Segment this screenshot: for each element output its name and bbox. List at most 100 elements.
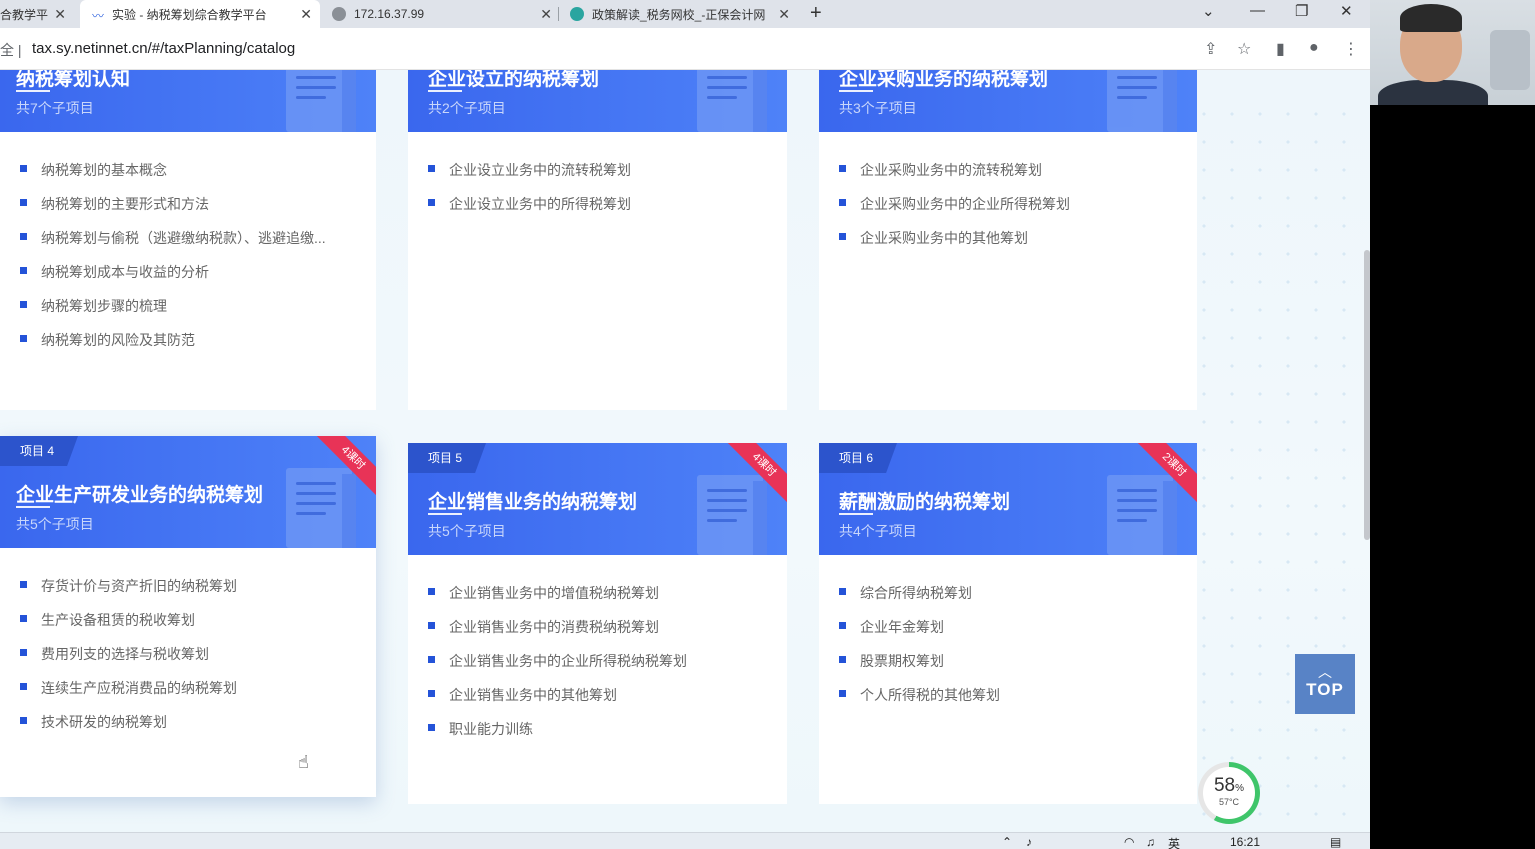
minimize-icon[interactable]: — <box>1250 2 1265 19</box>
title-underline <box>839 513 873 515</box>
back-to-top-button[interactable]: ︿ TOP <box>1295 654 1355 714</box>
list-item[interactable]: 纳税筹划的风险及其防范 <box>20 330 326 364</box>
browser-tab-bar: 合教学平 ✕ 〰 实验 - 纳税筹划综合教学平台 ✕ 172.16.37.99 … <box>0 0 1370 28</box>
restore-icon[interactable]: ❐ <box>1295 2 1308 20</box>
sub-item-list: 存货计价与资产折旧的纳税筹划 生产设备租赁的税收筹划 费用列支的选择与税收筹划 … <box>20 576 237 746</box>
close-icon[interactable]: ✕ <box>540 6 552 23</box>
list-item[interactable]: 纳税筹划的主要形式和方法 <box>20 194 326 228</box>
list-item[interactable]: 职业能力训练 <box>428 719 687 753</box>
card-subtitle: 共5个子项目 <box>428 523 506 539</box>
list-item[interactable]: 综合所得纳税筹划 <box>839 583 1000 617</box>
card-header: 企业采购业务的纳税筹划 共3个子项目 <box>819 70 1197 132</box>
notification-icon[interactable]: ▤ <box>1330 835 1341 849</box>
tab-4[interactable]: 政策解读_税务网校_-正保会计网 ✕ <box>558 0 798 28</box>
performance-gauge[interactable]: 58% 57°C <box>1198 762 1260 824</box>
list-item[interactable]: 连续生产应税消费品的纳税筹划 <box>20 678 237 712</box>
list-item[interactable]: 企业年金筹划 <box>839 617 1000 651</box>
gauge-percent-value: 58 <box>1213 775 1236 796</box>
list-item[interactable]: 技术研发的纳税筹划 <box>20 712 237 746</box>
tab-3[interactable]: 172.16.37.99 ✕ <box>320 0 560 28</box>
list-item[interactable]: 纳税筹划的基本概念 <box>20 160 326 194</box>
document-icon <box>697 475 767 555</box>
network-icon[interactable]: ◠ <box>1124 835 1134 849</box>
chevron-up-icon[interactable]: ⌃ <box>1002 835 1012 849</box>
url-input[interactable]: tax.sy.netinnet.cn/#/taxPlanning/catalog <box>32 40 295 57</box>
share-icon[interactable]: ⇪ <box>1204 39 1217 59</box>
card-subtitle: 共3个子项目 <box>839 100 917 116</box>
chevron-down-icon[interactable]: ⌄ <box>1202 2 1215 20</box>
list-item[interactable]: 企业采购业务中的流转税筹划 <box>839 160 1070 194</box>
app-logo-icon: 〰 <box>92 9 105 23</box>
list-item[interactable]: 生产设备租赁的税收筹划 <box>20 610 237 644</box>
list-item[interactable]: 纳税筹划成本与收益的分析 <box>20 262 326 296</box>
black-margin <box>1370 105 1535 849</box>
person-body <box>1378 80 1488 105</box>
card-title: 企业销售业务的纳税筹划 <box>428 492 638 513</box>
card-title: 企业采购业务的纳税筹划 <box>839 70 1049 90</box>
project-card-1[interactable]: 纳税筹划认知 共7个子项目 纳税筹划的基本概念 纳税筹划的主要形式和方法 纳税筹… <box>0 70 376 410</box>
document-icon <box>697 70 767 132</box>
globe-icon <box>332 7 346 21</box>
top-label: TOP <box>1306 680 1344 699</box>
card-title: 纳税筹划认知 <box>16 70 131 90</box>
project-card-5[interactable]: 项目 5 企业销售业务的纳税筹划 共5个子项目 4课时 企业销售业务中的增值税纳… <box>408 443 787 804</box>
card-title: 企业生产研发业务的纳税筹划 <box>16 485 264 506</box>
list-item[interactable]: 费用列支的选择与税收筹划 <box>20 644 237 678</box>
list-item[interactable]: 股票期权筹划 <box>839 651 1000 685</box>
project-tag: 项目 5 <box>408 443 486 473</box>
list-item[interactable]: 企业销售业务中的消费税纳税筹划 <box>428 617 687 651</box>
tab-title: 实验 - 纳税筹划综合教学平台 <box>112 7 267 22</box>
security-indicator[interactable]: 全 | <box>0 40 22 60</box>
tab-title: 172.16.37.99 <box>354 7 425 21</box>
catalog-page: 纳税筹划认知 共7个子项目 纳税筹划的基本概念 纳税筹划的主要形式和方法 纳税筹… <box>0 70 1370 832</box>
close-icon[interactable]: ✕ <box>300 6 312 23</box>
taskbar: ⌃ ♪ ◠ ♫ 英 16:21 ▤ <box>0 832 1370 849</box>
volume-icon[interactable]: ♫ <box>1146 835 1155 849</box>
title-underline <box>428 513 462 515</box>
document-icon <box>1107 70 1177 132</box>
microphone-icon[interactable]: ♪ <box>1026 835 1032 849</box>
list-item[interactable]: 企业销售业务中的其他筹划 <box>428 685 687 719</box>
list-item[interactable]: 纳税筹划与偷税（逃避缴纳税款）、逃避追缴... <box>20 228 326 262</box>
project-card-4[interactable]: 项目 4 企业生产研发业务的纳税筹划 共5个子项目 4课时 存货计价与资产折旧的… <box>0 436 376 797</box>
gauge-unit: % <box>1235 783 1245 794</box>
tab-1[interactable]: 合教学平 ✕ <box>0 0 74 28</box>
close-window-icon[interactable]: ✕ <box>1340 2 1353 20</box>
card-subtitle: 共4个子项目 <box>839 523 917 539</box>
list-item[interactable]: 企业销售业务中的企业所得税纳税筹划 <box>428 651 687 685</box>
gauge-temperature: 57°C <box>1218 797 1240 807</box>
address-bar: 全 | tax.sy.netinnet.cn/#/taxPlanning/cat… <box>0 28 1370 70</box>
list-item[interactable]: 存货计价与资产折旧的纳税筹划 <box>20 576 237 610</box>
clock[interactable]: 16:21 <box>1230 835 1260 849</box>
document-icon <box>286 468 356 548</box>
title-underline <box>839 90 873 92</box>
ime-indicator[interactable]: 英 <box>1168 835 1180 849</box>
list-item[interactable]: 企业设立业务中的所得税筹划 <box>428 194 631 228</box>
tab-2[interactable]: 〰 实验 - 纳税筹划综合教学平台 ✕ <box>80 0 320 28</box>
gauge-percent: 58% <box>1203 767 1255 797</box>
sub-item-list: 企业采购业务中的流转税筹划 企业采购业务中的企业所得税筹划 企业采购业务中的其他… <box>839 160 1070 262</box>
close-icon[interactable]: ✕ <box>778 6 790 23</box>
site-logo-icon <box>570 7 584 21</box>
profile-icon[interactable]: ● <box>1309 39 1319 57</box>
list-item[interactable]: 企业采购业务中的其他筹划 <box>839 228 1070 262</box>
list-item[interactable]: 企业采购业务中的企业所得税筹划 <box>839 194 1070 228</box>
title-underline <box>16 90 50 92</box>
project-card-6[interactable]: 项目 6 薪酬激励的纳税筹划 共4个子项目 2课时 综合所得纳税筹划 企业年金筹… <box>819 443 1197 804</box>
list-item[interactable]: 个人所得税的其他筹划 <box>839 685 1000 719</box>
list-item[interactable]: 企业销售业务中的增值税纳税筹划 <box>428 583 687 617</box>
new-tab-button[interactable]: + <box>810 2 822 25</box>
title-underline <box>16 506 50 508</box>
menu-icon[interactable]: ⋮ <box>1343 39 1359 59</box>
card-header: 项目 5 企业销售业务的纳税筹划 共5个子项目 4课时 <box>408 443 787 555</box>
star-icon[interactable]: ☆ <box>1237 39 1251 59</box>
close-icon[interactable]: ✕ <box>54 6 66 23</box>
project-tag: 项目 4 <box>0 436 78 466</box>
project-card-3[interactable]: 企业采购业务的纳税筹划 共3个子项目 企业采购业务中的流转税筹划 企业采购业务中… <box>819 70 1197 410</box>
project-card-2[interactable]: 企业设立的纳税筹划 共2个子项目 企业设立业务中的流转税筹划 企业设立业务中的所… <box>408 70 787 410</box>
sidepanel-icon[interactable]: ▮ <box>1276 39 1285 59</box>
list-item[interactable]: 纳税筹划步骤的梳理 <box>20 296 326 330</box>
list-item[interactable]: 企业设立业务中的流转税筹划 <box>428 160 631 194</box>
card-header: 项目 6 薪酬激励的纳税筹划 共4个子项目 2课时 <box>819 443 1197 555</box>
document-icon <box>286 70 356 132</box>
